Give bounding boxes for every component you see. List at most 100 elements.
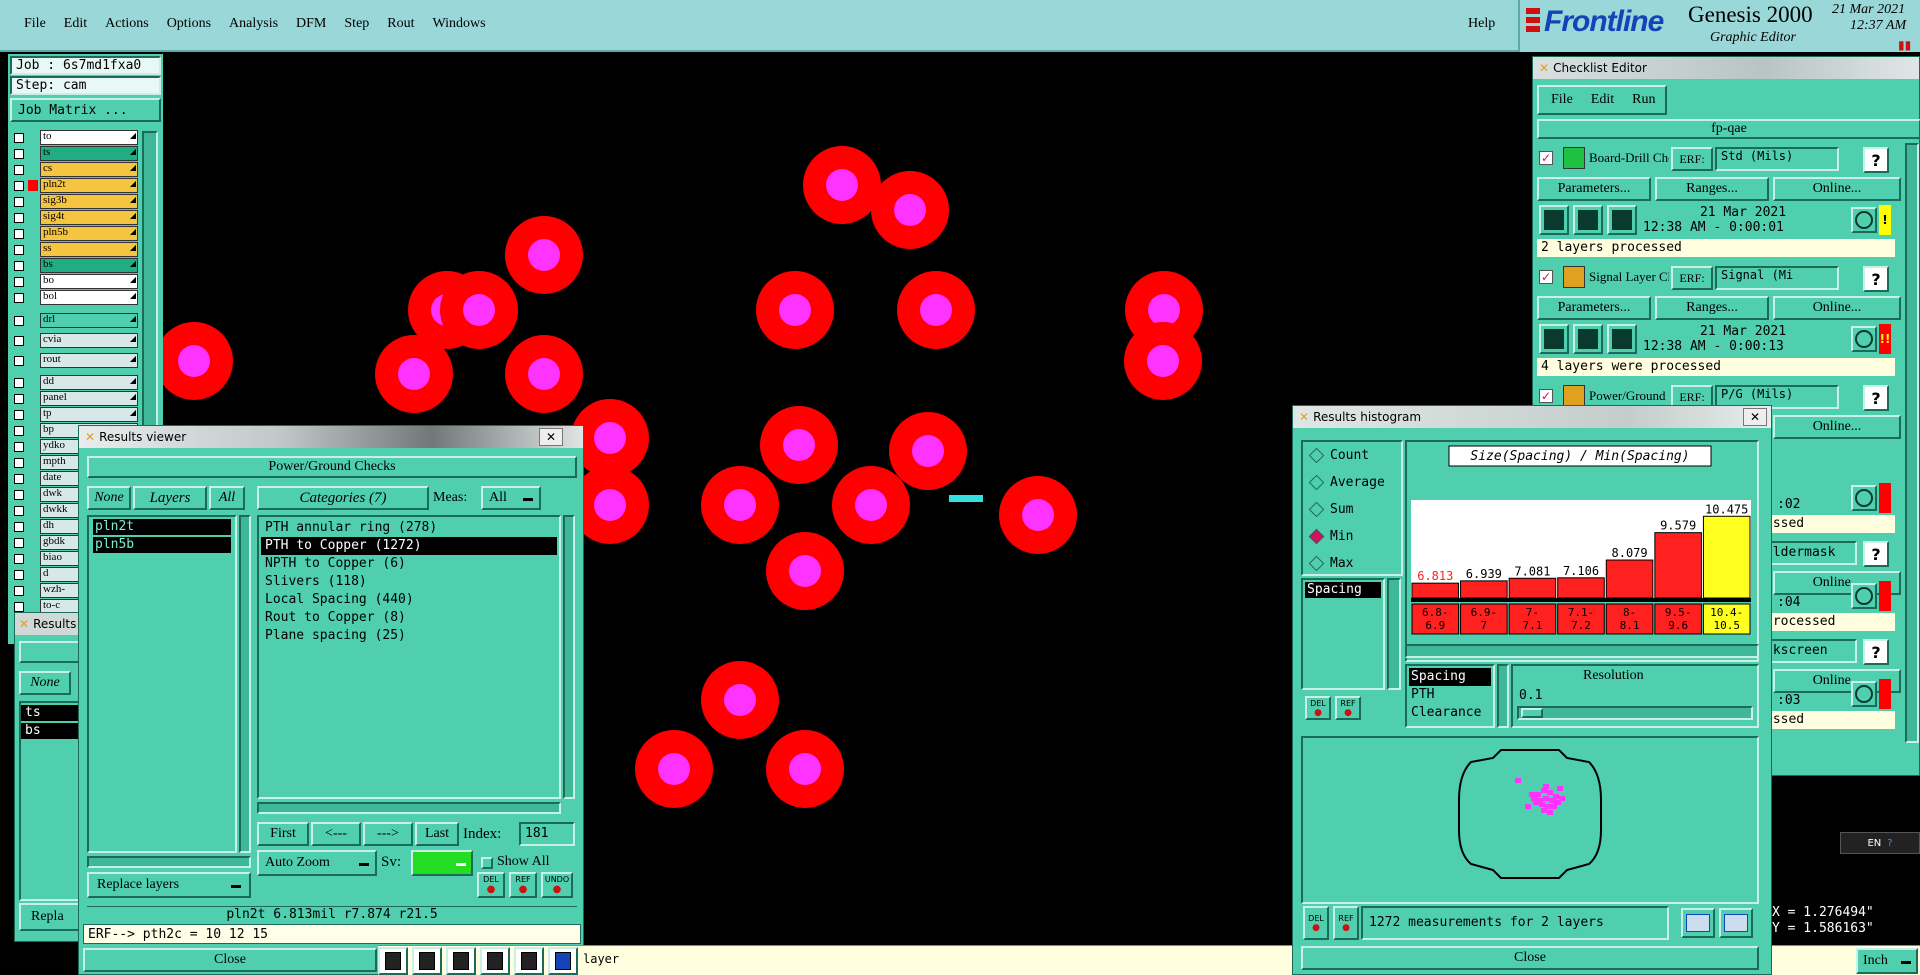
layer-row-sig3b[interactable]: sig3b ◢ bbox=[12, 194, 138, 209]
pad[interactable] bbox=[701, 466, 779, 544]
step-icon[interactable] bbox=[1573, 324, 1603, 354]
index-input[interactable]: 181 bbox=[519, 822, 575, 846]
last-button[interactable]: Last bbox=[415, 822, 459, 846]
layer-checkbox[interactable] bbox=[14, 148, 24, 159]
attr-list[interactable]: Spacing PTH Clearance bbox=[1405, 664, 1495, 728]
report-icon[interactable] bbox=[1607, 205, 1637, 235]
run-icon[interactable] bbox=[1539, 205, 1569, 235]
pad[interactable] bbox=[155, 322, 233, 400]
mode-radio-average[interactable]: Average bbox=[1308, 474, 1385, 491]
layer-row-bol[interactable]: bol ◢ bbox=[12, 290, 138, 305]
next-button[interactable]: ---> bbox=[363, 822, 413, 846]
categories-vscroll[interactable] bbox=[563, 515, 575, 799]
none-button-back[interactable]: None bbox=[19, 671, 71, 695]
layer-checkbox[interactable] bbox=[14, 292, 24, 303]
attr-item[interactable]: PTH bbox=[1409, 686, 1491, 704]
resolution-slider[interactable] bbox=[1517, 706, 1753, 720]
layer-checkbox[interactable] bbox=[14, 260, 24, 271]
measure-item[interactable]: Spacing bbox=[1305, 582, 1381, 598]
layer-checkbox[interactable] bbox=[14, 244, 24, 255]
histogram-icon[interactable] bbox=[548, 947, 578, 975]
layer-row-pln2t[interactable]: pln2t ◢ bbox=[12, 178, 138, 193]
category-item[interactable]: NPTH to Copper (6) bbox=[261, 555, 557, 573]
hist-ref-button[interactable]: REF ● bbox=[1335, 696, 1361, 720]
pad[interactable] bbox=[832, 466, 910, 544]
close-button[interactable]: Close bbox=[83, 948, 377, 972]
histogram-bar[interactable] bbox=[1508, 577, 1557, 599]
layer-checkbox[interactable] bbox=[14, 355, 24, 366]
categories-hscroll[interactable] bbox=[257, 802, 561, 814]
menu-windows[interactable]: Windows bbox=[433, 16, 486, 32]
histogram-bar[interactable] bbox=[1460, 580, 1508, 599]
mode-radio-min[interactable]: Min bbox=[1308, 528, 1353, 545]
layer-checkbox[interactable] bbox=[14, 601, 24, 612]
layer-row-bs[interactable]: bs ◢ bbox=[12, 258, 138, 273]
histogram-close-button[interactable]: Close bbox=[1301, 946, 1759, 970]
layer-checkbox[interactable] bbox=[14, 441, 24, 452]
layer-checkbox[interactable] bbox=[14, 377, 24, 388]
layer-checkbox[interactable] bbox=[14, 425, 24, 436]
mode-radio-max[interactable]: Max bbox=[1308, 555, 1353, 572]
layer-checkbox[interactable] bbox=[14, 335, 24, 346]
mode-radio-sum[interactable]: Sum bbox=[1308, 501, 1353, 518]
all-button[interactable]: All bbox=[209, 486, 245, 510]
layer-row-cs[interactable]: cs ◢ bbox=[12, 162, 138, 177]
layers-button[interactable]: Layers bbox=[133, 486, 207, 510]
close-icon[interactable]: ✕ bbox=[1743, 408, 1767, 426]
magnify-icon[interactable] bbox=[1851, 326, 1877, 352]
parameters-button[interactable]: Parameters... bbox=[1537, 177, 1651, 201]
mode-radio-count[interactable]: Count bbox=[1308, 447, 1369, 464]
layer-row-to[interactable]: to ◢ bbox=[12, 130, 138, 145]
cross-out-icon[interactable] bbox=[446, 947, 476, 975]
categories-list[interactable]: PTH annular ring (278) PTH to Copper (127… bbox=[257, 515, 561, 799]
layer-checkbox[interactable] bbox=[14, 473, 24, 484]
checklist-menu-file[interactable]: File bbox=[1551, 92, 1573, 108]
layer-checkbox[interactable] bbox=[14, 569, 24, 580]
parameters-button[interactable]: Parameters... bbox=[1537, 296, 1651, 320]
layer-checkbox[interactable] bbox=[14, 409, 24, 420]
check-help-button[interactable]: ? bbox=[1863, 266, 1889, 292]
hist-ref-button-2[interactable]: REF ● bbox=[1333, 906, 1359, 940]
menu-edit[interactable]: Edit bbox=[64, 16, 87, 32]
magnify-icon[interactable] bbox=[1851, 583, 1877, 609]
menu-dfm[interactable]: DFM bbox=[296, 16, 326, 32]
layer-checkbox[interactable] bbox=[14, 505, 24, 516]
measure-scrollbar[interactable] bbox=[1387, 578, 1401, 690]
pad[interactable] bbox=[999, 476, 1077, 554]
layer-checkbox[interactable] bbox=[14, 180, 24, 191]
layer-row-dd[interactable]: dd ◢ bbox=[12, 375, 138, 390]
pad[interactable] bbox=[760, 406, 838, 484]
auto-zoom-dropdown[interactable]: Auto Zoom ▬ bbox=[257, 850, 377, 876]
check-enable-checkbox[interactable]: ✓ bbox=[1539, 389, 1553, 403]
pad[interactable] bbox=[897, 271, 975, 349]
layer-checkbox[interactable] bbox=[14, 393, 24, 404]
report-icon[interactable] bbox=[1607, 324, 1637, 354]
pad[interactable] bbox=[803, 146, 881, 224]
result-layers-list[interactable]: pln2t pln5b bbox=[87, 515, 237, 853]
category-item[interactable]: Rout to Copper (8) bbox=[261, 609, 557, 627]
online-button[interactable]: Online... bbox=[1773, 296, 1901, 320]
check-enable-checkbox[interactable]: ✓ bbox=[1539, 270, 1553, 284]
histogram-bar[interactable] bbox=[1605, 559, 1654, 599]
ranges-button[interactable]: Ranges... bbox=[1655, 177, 1769, 201]
first-button[interactable]: First bbox=[257, 822, 309, 846]
pad[interactable] bbox=[375, 335, 453, 413]
category-item[interactable]: PTH annular ring (278) bbox=[261, 519, 557, 537]
category-item[interactable]: Plane spacing (25) bbox=[261, 627, 557, 645]
undo-button[interactable]: UNDO ● bbox=[541, 872, 573, 898]
online-button[interactable]: Online... bbox=[1773, 177, 1901, 201]
layer-row-panel[interactable]: panel ◢ bbox=[12, 391, 138, 406]
online-button[interactable]: Online... bbox=[1773, 415, 1901, 439]
violation-marker[interactable] bbox=[949, 495, 983, 502]
result-layer-item[interactable]: pln5b bbox=[93, 537, 231, 553]
layer-row-sig4t[interactable]: sig4t ◢ bbox=[12, 210, 138, 225]
show-all-checkbox[interactable] bbox=[481, 857, 493, 869]
ranges-button[interactable]: Ranges... bbox=[1655, 296, 1769, 320]
result-layer-item[interactable]: pln2t bbox=[93, 519, 231, 535]
pad[interactable] bbox=[756, 271, 834, 349]
language-indicator[interactable]: EN ? bbox=[1840, 832, 1920, 854]
close-icon[interactable]: ✕ bbox=[539, 428, 563, 446]
categories-button[interactable]: Categories (7) bbox=[257, 486, 429, 510]
units-dropdown[interactable]: Inch ▬ bbox=[1856, 948, 1918, 974]
meas-dropdown[interactable]: All ▬ bbox=[481, 486, 541, 510]
